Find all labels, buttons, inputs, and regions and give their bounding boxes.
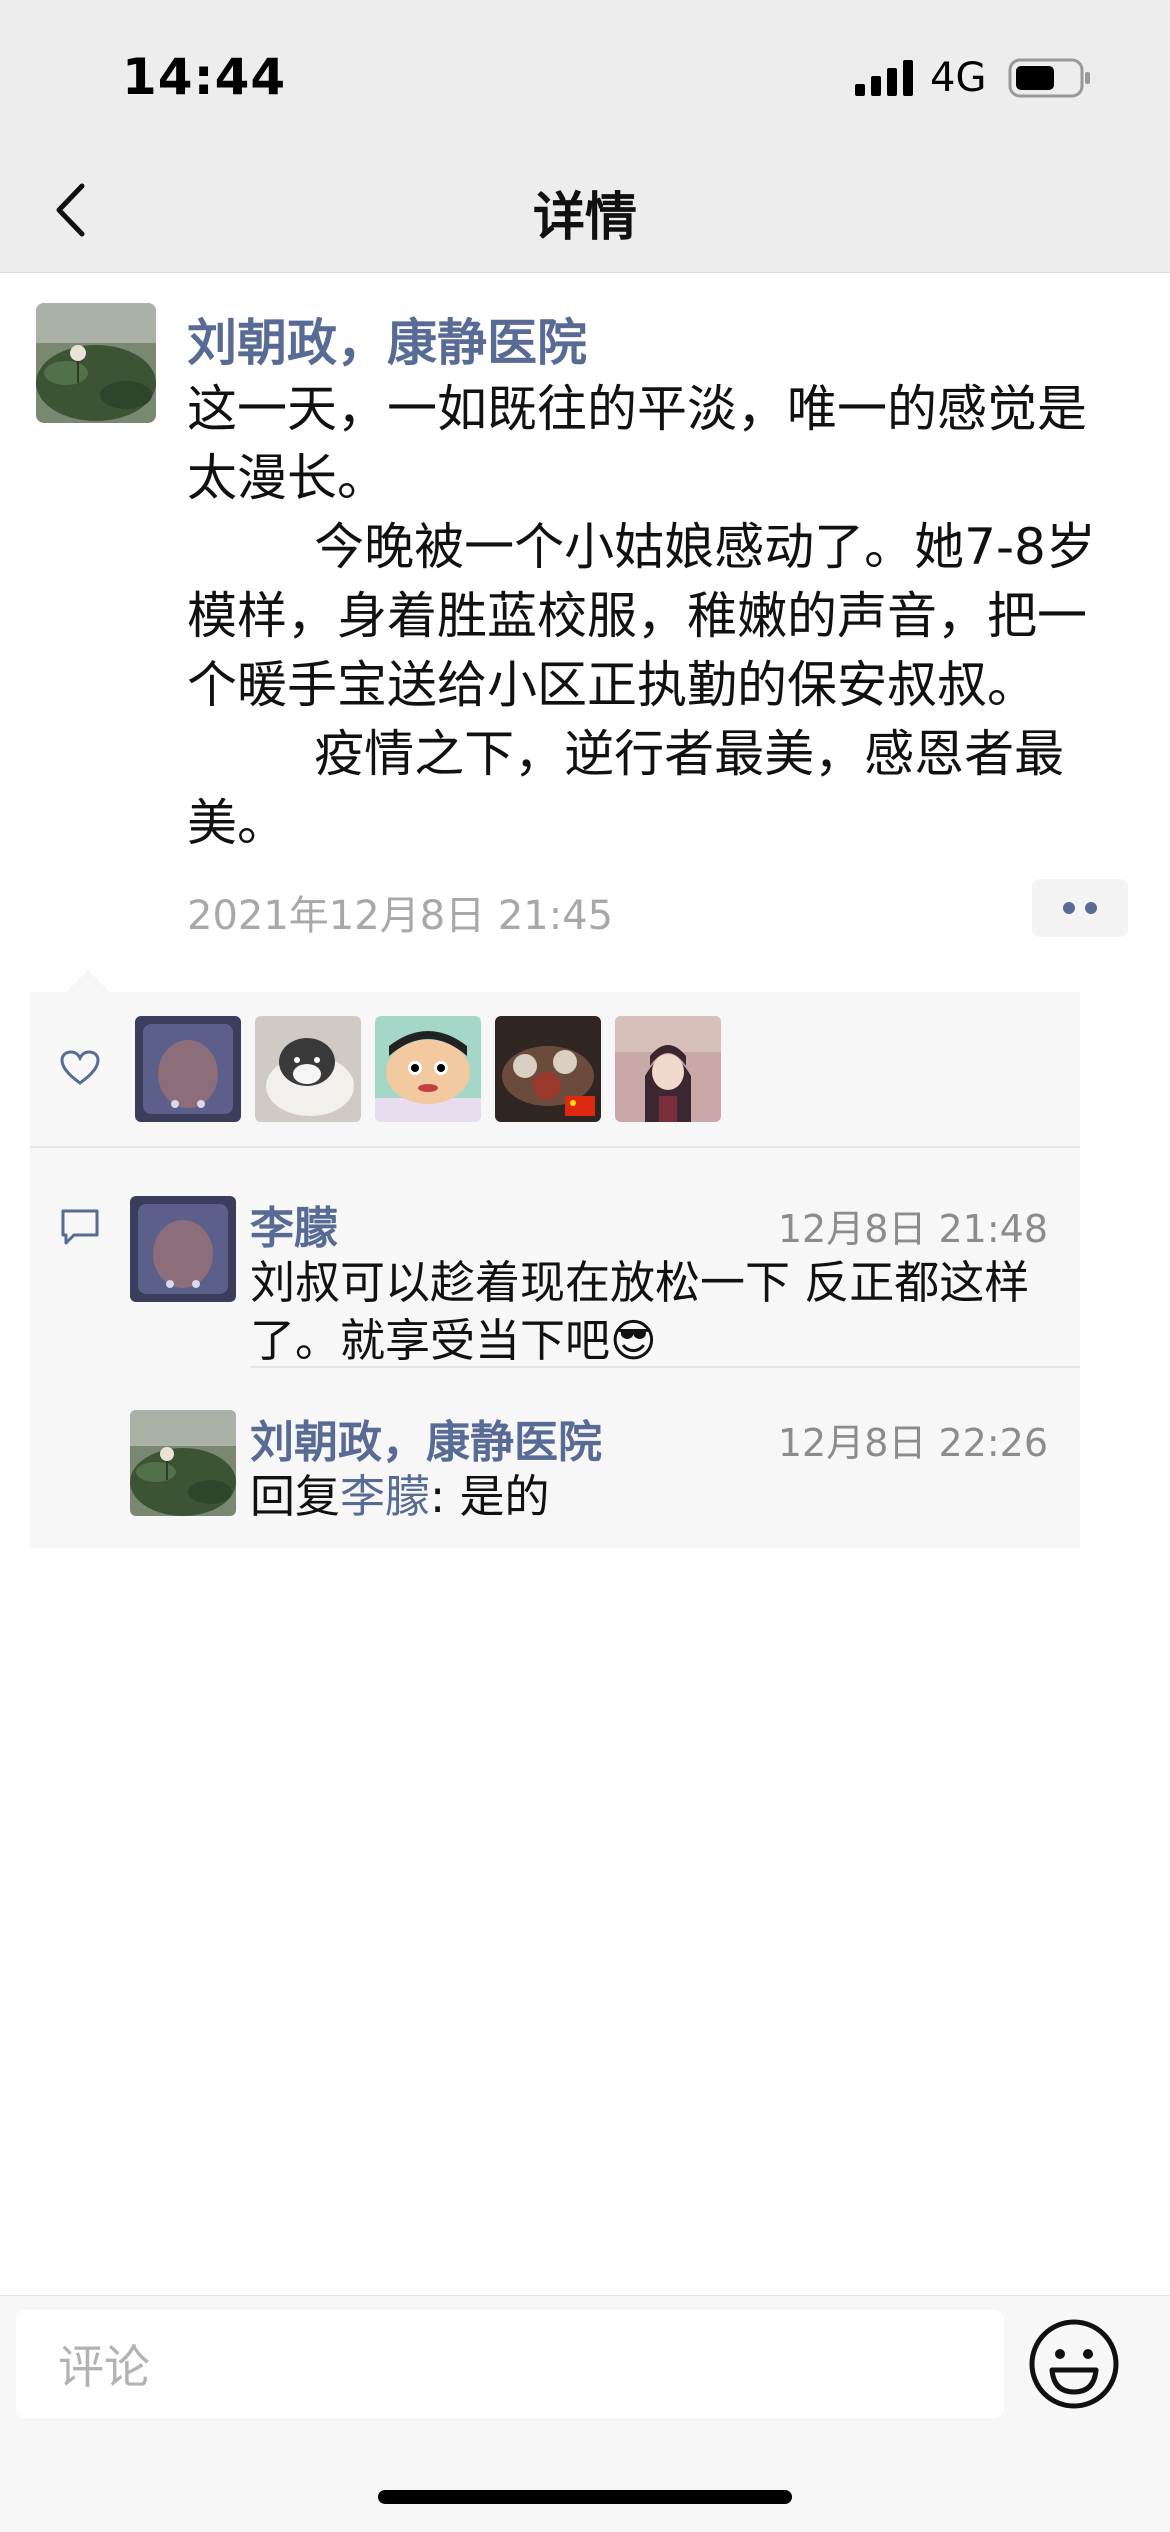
avatar-image bbox=[130, 1196, 236, 1302]
post-timestamp: 2021年12月8日 21:45 bbox=[187, 893, 614, 939]
home-indicator bbox=[378, 2490, 792, 2504]
interactions-panel: 李朦 12月8日 21:48 刘叔可以趁着现在放松一下 反正都这样了。就享受当下… bbox=[30, 970, 1080, 1548]
network-label: 4G bbox=[930, 55, 987, 101]
more-dots-icon[interactable] bbox=[1032, 879, 1128, 937]
avatar-image bbox=[135, 1016, 241, 1122]
liker-avatar[interactable] bbox=[375, 1016, 481, 1122]
comment-text: 刘叔可以趁着现在放松一下 反正都这样了。就享受当下吧😎 bbox=[250, 1256, 1030, 1367]
liker-avatar[interactable] bbox=[495, 1016, 601, 1122]
heart-icon bbox=[60, 1050, 100, 1085]
avatar-image bbox=[130, 1410, 236, 1516]
comment-bubble-icon bbox=[61, 1209, 99, 1245]
comment-item[interactable]: 刘朝政，康静医院 12月8日 22:26 回复李朦: 是的 bbox=[130, 1410, 1080, 1530]
likes-row bbox=[30, 992, 1080, 1148]
avatar-image bbox=[255, 1016, 361, 1122]
reply-text: : 是的 bbox=[430, 1470, 550, 1523]
battery-icon bbox=[1008, 58, 1090, 98]
comment-text: 回复李朦: 是的 bbox=[250, 1468, 1050, 1526]
reply-prefix: 回复 bbox=[250, 1470, 341, 1523]
comments-section: 李朦 12月8日 21:48 刘叔可以趁着现在放松一下 反正都这样了。就享受当下… bbox=[30, 1148, 1080, 1548]
page-title: 详情 bbox=[532, 188, 637, 248]
status-time: 14:44 bbox=[122, 48, 287, 106]
nav-bar: 详情 bbox=[0, 145, 1170, 273]
comment-timestamp: 12月8日 21:48 bbox=[777, 1207, 1048, 1251]
post-author-name[interactable]: 刘朝政，康静医院 bbox=[187, 303, 587, 375]
commenter-name[interactable]: 刘朝政，康静医院 bbox=[250, 1406, 602, 1470]
post-content: 这一天，一如既往的平淡，唯一的感觉是太漫长。 今晚被一个小姑娘感动了。她7-8岁… bbox=[187, 375, 1127, 858]
post-paragraph: 疫情之下，逆行者最美，感恩者最美。 bbox=[187, 725, 1065, 852]
liker-avatar[interactable] bbox=[615, 1016, 721, 1122]
post-paragraph: 这一天，一如既往的平淡，唯一的感觉是太漫长。 bbox=[187, 380, 1087, 507]
commenter-avatar[interactable] bbox=[130, 1410, 236, 1516]
commenter-avatar[interactable] bbox=[130, 1196, 236, 1302]
avatar-image bbox=[615, 1016, 721, 1122]
smiley-face-icon[interactable] bbox=[1026, 2316, 1122, 2412]
avatar-image bbox=[375, 1016, 481, 1122]
liker-avatar[interactable] bbox=[135, 1016, 241, 1122]
commenter-name[interactable]: 李朦 bbox=[250, 1192, 338, 1256]
dot bbox=[1085, 902, 1097, 914]
reply-target-name[interactable]: 李朦 bbox=[340, 1470, 430, 1523]
comment-divider bbox=[250, 1366, 1080, 1368]
comment-item[interactable]: 李朦 12月8日 21:48 刘叔可以趁着现在放松一下 反正都这样了。就享受当下… bbox=[130, 1196, 1080, 1367]
avatar-image bbox=[36, 303, 156, 423]
comment-timestamp: 12月8日 22:26 bbox=[777, 1421, 1048, 1465]
post-paragraph: 今晚被一个小姑娘感动了。她7-8岁模样，身着胜蓝校服，稚嫩的声音，把一个暖手宝送… bbox=[187, 518, 1096, 714]
status-bar: 14:44 4G bbox=[0, 0, 1170, 145]
comment-input[interactable]: 评论 bbox=[16, 2310, 1004, 2418]
dot bbox=[1063, 902, 1075, 914]
signal-icon bbox=[855, 60, 913, 96]
liker-avatar[interactable] bbox=[255, 1016, 361, 1122]
panel-caret bbox=[66, 970, 110, 992]
avatar-image bbox=[495, 1016, 601, 1122]
author-avatar[interactable] bbox=[36, 303, 156, 423]
